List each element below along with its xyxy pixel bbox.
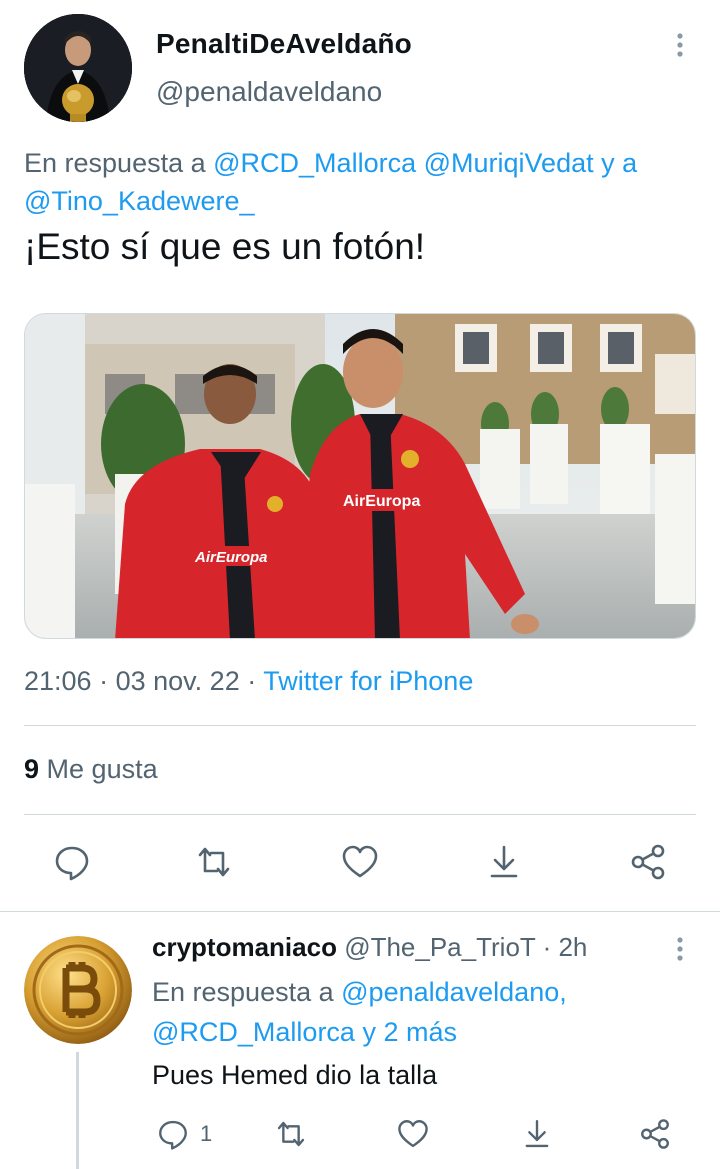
mention-link[interactable]: @RCD_Mallorca <box>152 1017 355 1047</box>
mention-link[interactable]: @MuriqiVedat <box>424 148 594 178</box>
replying-to: En respuesta a @penaldaveldano, @RCD_Mal… <box>152 972 692 1052</box>
share-nodes-icon <box>631 844 665 880</box>
tweet-source-link[interactable]: Twitter for iPhone <box>263 666 473 696</box>
heart-icon <box>342 845 378 878</box>
tweet-photo[interactable]: AirEuropa AirEuropa <box>24 313 696 639</box>
retweet-button[interactable] <box>190 838 238 886</box>
divider <box>24 814 696 815</box>
share-nodes-icon <box>641 1119 669 1149</box>
shirt-sponsor-logo: AirEuropa <box>343 493 420 510</box>
tweet-meta: 21:06 · 03 nov. 22 · Twitter for iPhone <box>24 666 473 697</box>
share-button[interactable] <box>624 838 672 886</box>
tweet-text: ¡Esto sí que es un fotón! <box>24 226 426 267</box>
divider <box>24 725 696 726</box>
reply-text: Pues Hemed dio la talla <box>152 1060 438 1090</box>
reply-button[interactable] <box>48 838 96 886</box>
likes-label: Me gusta <box>46 754 158 784</box>
divider <box>0 911 720 912</box>
meta-separator: · <box>99 666 109 696</box>
reply-avatar[interactable] <box>24 936 132 1044</box>
tweet-time[interactable]: 21:06 <box>24 666 92 696</box>
retweet-icon <box>277 1121 305 1147</box>
replying-to-prefix: En respuesta a <box>24 148 206 178</box>
author-display-name[interactable]: PenaltiDeAveldaño <box>156 28 412 60</box>
avatar[interactable] <box>24 14 132 122</box>
comment-icon <box>55 846 89 881</box>
meta-separator: · <box>542 932 552 962</box>
reply-timestamp[interactable]: 2h <box>558 932 587 962</box>
replying-to-more[interactable]: y 2 más <box>362 1017 457 1047</box>
share-button[interactable] <box>638 1114 672 1154</box>
mention-link[interactable]: @Tino_Kadewere_ <box>24 186 255 216</box>
meta-separator: · <box>247 666 257 696</box>
reply-button[interactable]: 1 <box>156 1114 212 1154</box>
share-down-button[interactable] <box>480 838 528 886</box>
heart-icon <box>398 1120 428 1148</box>
author-handle[interactable]: @penaldaveldano <box>156 76 382 108</box>
like-button[interactable] <box>396 1114 430 1154</box>
mention-link[interactable]: @penaldaveldano, <box>341 977 567 1007</box>
tweet-date[interactable]: 03 nov. 22 <box>116 666 240 696</box>
share-down-button[interactable] <box>520 1114 554 1154</box>
reply-header: cryptomaniaco @The_Pa_TrioT · 2h <box>152 932 587 963</box>
retweet-button[interactable] <box>274 1114 308 1154</box>
share-down-icon <box>490 845 518 878</box>
more-vertical-icon[interactable] <box>668 934 692 964</box>
comment-icon <box>159 1120 187 1150</box>
replying-to-and[interactable]: y a <box>601 148 637 178</box>
mention-link[interactable]: @RCD_Mallorca <box>213 148 416 178</box>
replying-to: En respuesta a @RCD_Mallorca @MuriqiVeda… <box>24 144 704 220</box>
share-down-icon <box>525 1120 549 1148</box>
likes-stat[interactable]: 9 Me gusta <box>24 754 158 785</box>
like-button[interactable] <box>336 838 384 886</box>
reply-count: 1 <box>200 1121 213 1146</box>
retweet-icon <box>198 847 230 877</box>
thread-connector <box>76 1052 79 1169</box>
shirt-sponsor-logo: AirEuropa <box>194 549 268 566</box>
replying-to-prefix: En respuesta a <box>152 977 334 1007</box>
more-vertical-icon[interactable] <box>668 30 692 60</box>
reply-author-handle[interactable]: @The_Pa_TrioT <box>344 932 535 962</box>
reply-author-name[interactable]: cryptomaniaco <box>152 932 337 962</box>
likes-count: 9 <box>24 754 40 784</box>
